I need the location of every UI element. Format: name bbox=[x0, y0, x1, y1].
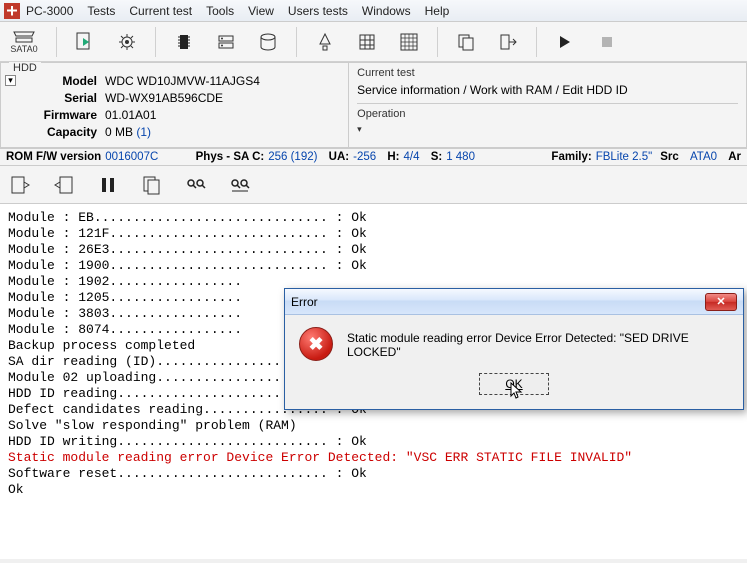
tool-gear-icon[interactable] bbox=[113, 28, 141, 56]
s-value: 1 480 bbox=[446, 151, 475, 163]
info-panels: ▾ HDD Model WDC WD10JMVW-11AJGS4 Serial WD… bbox=[0, 62, 747, 149]
h-value: 4/4 bbox=[403, 151, 419, 163]
error-dialog: Error ✕ ✖ Static module reading error De… bbox=[284, 288, 744, 410]
label-serial: Serial bbox=[27, 90, 97, 107]
tool-copy-icon[interactable] bbox=[452, 28, 480, 56]
hdd-serial-row: Serial WD-WX91AB596CDE bbox=[27, 90, 340, 107]
stop-button[interactable] bbox=[593, 28, 621, 56]
log-line: Module : 26E3...........................… bbox=[8, 242, 739, 258]
find-next-button[interactable] bbox=[228, 173, 252, 197]
hdd-capacity-row: Capacity 0 MB (1) bbox=[27, 124, 340, 141]
family-value: FBLite 2.5" bbox=[596, 151, 653, 163]
value-model: WDC WD10JMVW-11AJGS4 bbox=[105, 73, 260, 90]
toolbar-divider bbox=[437, 27, 438, 57]
log-line: Module : EB.............................… bbox=[8, 210, 739, 226]
hdd-firmware-row: Firmware 01.01A01 bbox=[27, 107, 340, 124]
h-label: H: bbox=[387, 151, 399, 163]
copy-log-button[interactable] bbox=[140, 173, 164, 197]
status-strip: ROM F/W version 0016007C Phys - SA C: 25… bbox=[0, 149, 747, 166]
app-title: PC-3000 bbox=[26, 4, 73, 18]
play-button[interactable] bbox=[551, 28, 579, 56]
dialog-close-button[interactable]: ✕ bbox=[705, 293, 737, 311]
dialog-message: Static module reading error Device Error… bbox=[347, 327, 729, 359]
log-line: Static module reading error Device Error… bbox=[8, 450, 739, 466]
close-icon: ✕ bbox=[716, 295, 725, 308]
menu-tools[interactable]: Tools bbox=[206, 4, 234, 18]
tool-sector-icon[interactable] bbox=[353, 28, 381, 56]
label-firmware: Firmware bbox=[27, 107, 97, 124]
capacity-link[interactable]: (1) bbox=[136, 125, 151, 139]
operation-title: Operation bbox=[357, 108, 738, 120]
expand-toggle[interactable]: ▾ bbox=[5, 75, 16, 86]
hdd-panel-title: HDD bbox=[9, 62, 41, 74]
tool-chip-icon[interactable] bbox=[170, 28, 198, 56]
tool-server-icon[interactable] bbox=[212, 28, 240, 56]
toolbar-divider bbox=[155, 27, 156, 57]
tool-exit-icon[interactable] bbox=[494, 28, 522, 56]
toolbar-divider bbox=[56, 27, 57, 57]
tool-grid-icon[interactable] bbox=[395, 28, 423, 56]
pause-button[interactable] bbox=[96, 173, 120, 197]
log-line: Module : 121F...........................… bbox=[8, 226, 739, 242]
tool-database-icon[interactable] bbox=[254, 28, 282, 56]
log-line: Solve "slow responding" problem (RAM) bbox=[8, 418, 739, 434]
menu-tests[interactable]: Tests bbox=[87, 4, 115, 18]
current-test-panel: Current test Service information / Work … bbox=[348, 62, 747, 148]
value-capacity: 0 MB bbox=[105, 125, 136, 139]
error-icon: ✖ bbox=[299, 327, 333, 361]
log-toolbar bbox=[0, 166, 747, 204]
hdd-panel: ▾ HDD Model WDC WD10JMVW-11AJGS4 Serial WD… bbox=[0, 62, 348, 148]
label-capacity: Capacity bbox=[27, 124, 97, 141]
app-icon bbox=[4, 3, 20, 19]
ua-value: -256 bbox=[353, 151, 376, 163]
import-button[interactable] bbox=[52, 173, 76, 197]
rom-value: 0016007C bbox=[105, 151, 158, 163]
menu-view[interactable]: View bbox=[248, 4, 274, 18]
toolbar-divider bbox=[536, 27, 537, 57]
cursor-icon bbox=[510, 382, 524, 400]
menu-bar: PC-3000 Tests Current test Tools View Us… bbox=[0, 0, 747, 22]
tool-head-icon[interactable] bbox=[311, 28, 339, 56]
label-model: Model bbox=[27, 73, 97, 90]
dialog-ok-button[interactable]: OK bbox=[479, 373, 549, 395]
value-serial: WD-WX91AB596CDE bbox=[105, 90, 223, 107]
rom-label: ROM F/W version bbox=[6, 151, 101, 163]
toolbar-divider bbox=[296, 27, 297, 57]
export-button[interactable] bbox=[8, 173, 32, 197]
main-toolbar: SATA0 bbox=[0, 22, 747, 62]
ua-label: UA: bbox=[329, 151, 349, 163]
tool-doc-play-icon[interactable] bbox=[71, 28, 99, 56]
family-label: Family: bbox=[551, 151, 591, 163]
dialog-titlebar[interactable]: Error ✕ bbox=[285, 289, 743, 315]
log-line: Ok bbox=[8, 482, 739, 498]
s-label: S: bbox=[431, 151, 443, 163]
menu-users-tests[interactable]: Users tests bbox=[288, 4, 348, 18]
menu-help[interactable]: Help bbox=[425, 4, 450, 18]
current-test-path: Service information / Work with RAM / Ed… bbox=[357, 83, 738, 97]
dialog-title: Error bbox=[291, 295, 705, 309]
hdd-model-row: Model WDC WD10JMVW-11AJGS4 bbox=[27, 73, 340, 90]
menu-current-test[interactable]: Current test bbox=[129, 4, 192, 18]
find-button[interactable] bbox=[184, 173, 208, 197]
operation-section: Operation ▾ bbox=[357, 103, 738, 135]
operation-dropdown[interactable]: ▾ bbox=[357, 124, 738, 135]
src-suffix: Ar bbox=[728, 151, 741, 163]
log-line: Software reset..........................… bbox=[8, 466, 739, 482]
value-firmware: 01.01A01 bbox=[105, 107, 156, 124]
menu-windows[interactable]: Windows bbox=[362, 4, 411, 18]
phys-label: Phys - SA C: bbox=[196, 151, 265, 163]
phys-c: 256 (192) bbox=[268, 151, 317, 163]
current-test-title: Current test bbox=[357, 67, 738, 79]
sata-label: SATA0 bbox=[10, 44, 37, 54]
sata-port-button[interactable]: SATA0 bbox=[6, 28, 42, 56]
log-line: HDD ID writing..........................… bbox=[8, 434, 739, 450]
src-value: ATA0 bbox=[690, 151, 717, 163]
src-label: Src bbox=[660, 151, 679, 163]
log-line: Module : 1900...........................… bbox=[8, 258, 739, 274]
